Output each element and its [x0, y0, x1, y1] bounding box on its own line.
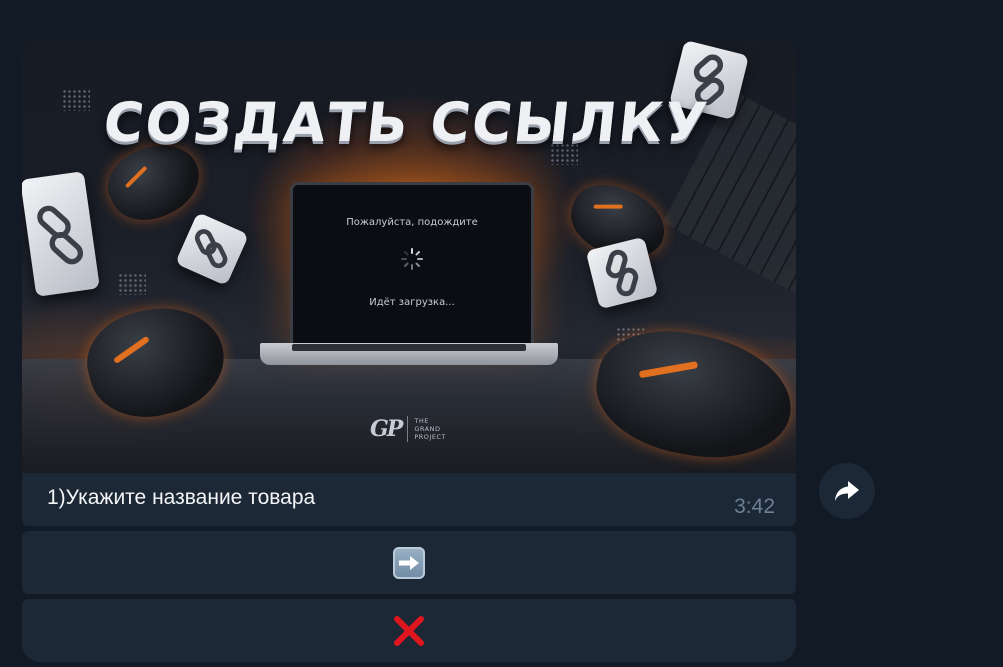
cross-mark-emoji-icon: [394, 615, 424, 646]
photo-dot-grid: [62, 89, 90, 111]
chat-area: СОЗДАТЬ ССЫЛКУ Пожалуйста, подождите Идё…: [0, 0, 1003, 667]
message-photo[interactable]: СОЗДАТЬ ССЫЛКУ Пожалуйста, подождите Идё…: [22, 39, 796, 473]
link-icon: [175, 212, 249, 286]
link-icon: [22, 171, 100, 297]
brand-logo: GP THE GRAND PROJECT: [370, 416, 446, 442]
photo-dot-grid: [118, 273, 146, 295]
laptop-wait-text: Пожалуйста, подождите: [346, 217, 478, 228]
message-time: 3:42: [734, 495, 775, 518]
laptop-loading-text: Идёт загрузка...: [369, 297, 455, 308]
photo-headline: СОЗДАТЬ ССЫЛКУ: [100, 91, 712, 154]
inline-button-cancel[interactable]: [22, 599, 796, 662]
share-button[interactable]: [819, 463, 875, 519]
laptop-keyboard: [292, 344, 526, 351]
share-arrow-icon: [835, 481, 859, 501]
message-caption: 1)Укажите название товара: [47, 486, 316, 509]
brand-name: THE GRAND PROJECT: [414, 417, 446, 441]
brand-separator: [407, 416, 409, 442]
loading-spinner-icon: [401, 248, 423, 270]
laptop-image: Пожалуйста, подождите Идёт загрузка...: [290, 182, 534, 346]
right-arrow-emoji-icon: [393, 546, 425, 579]
message-bubble[interactable]: СОЗДАТЬ ССЫЛКУ Пожалуйста, подождите Идё…: [22, 39, 796, 526]
brand-mark: GP: [370, 416, 403, 442]
inline-button-next[interactable]: [22, 531, 796, 594]
